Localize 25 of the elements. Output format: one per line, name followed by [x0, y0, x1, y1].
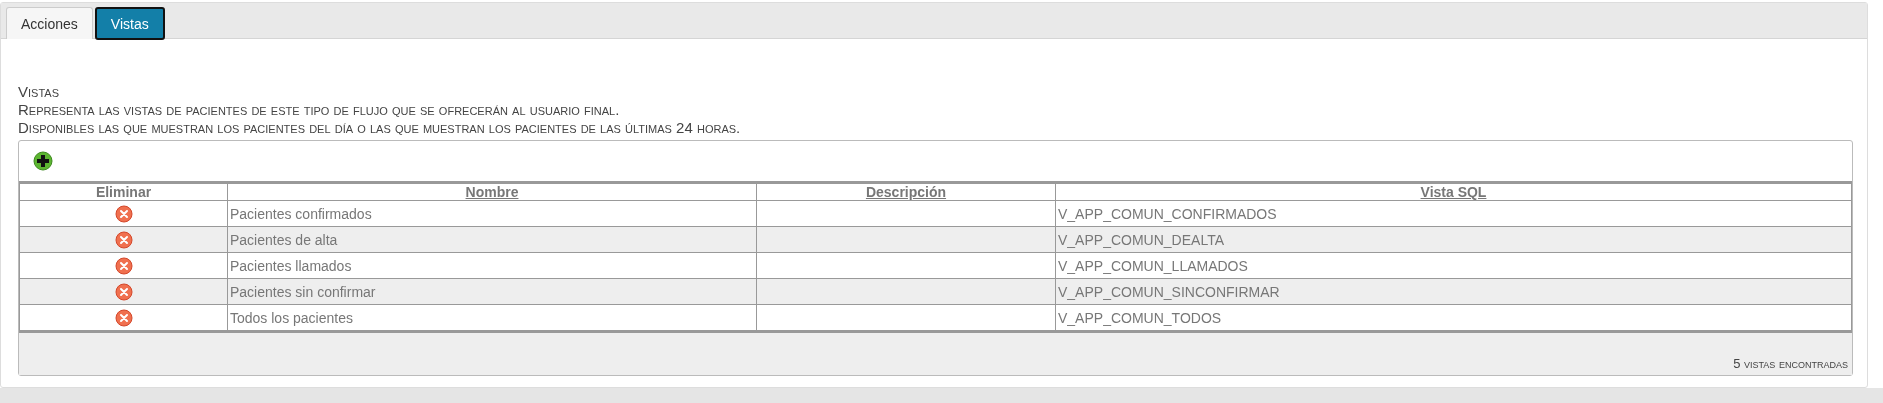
delete-icon[interactable] [114, 282, 133, 301]
column-header-link[interactable]: Vista SQL [1420, 184, 1487, 200]
delete-icon[interactable] [114, 308, 133, 327]
table-cell: Todos los pacientes [230, 309, 353, 326]
delete-icon[interactable] [114, 204, 133, 223]
table-cell: V_APP_COMUN_LLAMADOS [1058, 257, 1248, 274]
table-cell: Pacientes de alta [230, 231, 338, 248]
table-cell: Pacientes confirmados [230, 205, 372, 222]
results-count: 5 vistas encontradas [1733, 355, 1848, 373]
section-title: Vistas [18, 83, 60, 101]
table-cell: V_APP_COMUN_DEALTA [1058, 231, 1224, 248]
table-cell: V_APP_COMUN_SINCONFIRMAR [1058, 283, 1280, 300]
delete-icon[interactable] [114, 230, 133, 249]
table-cell: Pacientes sin confirmar [230, 283, 376, 300]
table-cell: V_APP_COMUN_TODOS [1058, 309, 1222, 326]
column-header: Eliminar [95, 184, 152, 200]
table-cell: Pacientes llamados [230, 257, 352, 274]
column-header-link[interactable]: Nombre [465, 184, 519, 200]
description-text: Representa las vistas de pacientes de este tipo de flujo que se ofrecerán al usuario final. [18, 101, 621, 119]
tab[interactable]: Acciones [6, 7, 93, 39]
table-cell: V_APP_COMUN_CONFIRMADOS [1058, 205, 1277, 222]
delete-icon[interactable] [114, 256, 133, 275]
tab[interactable]: Vistas [94, 7, 165, 40]
description-text: Disponibles las que muestran los pacientes del día o las que muestran los pacientes de las últimas 24 horas. [18, 119, 742, 137]
add-icon[interactable] [33, 151, 53, 171]
